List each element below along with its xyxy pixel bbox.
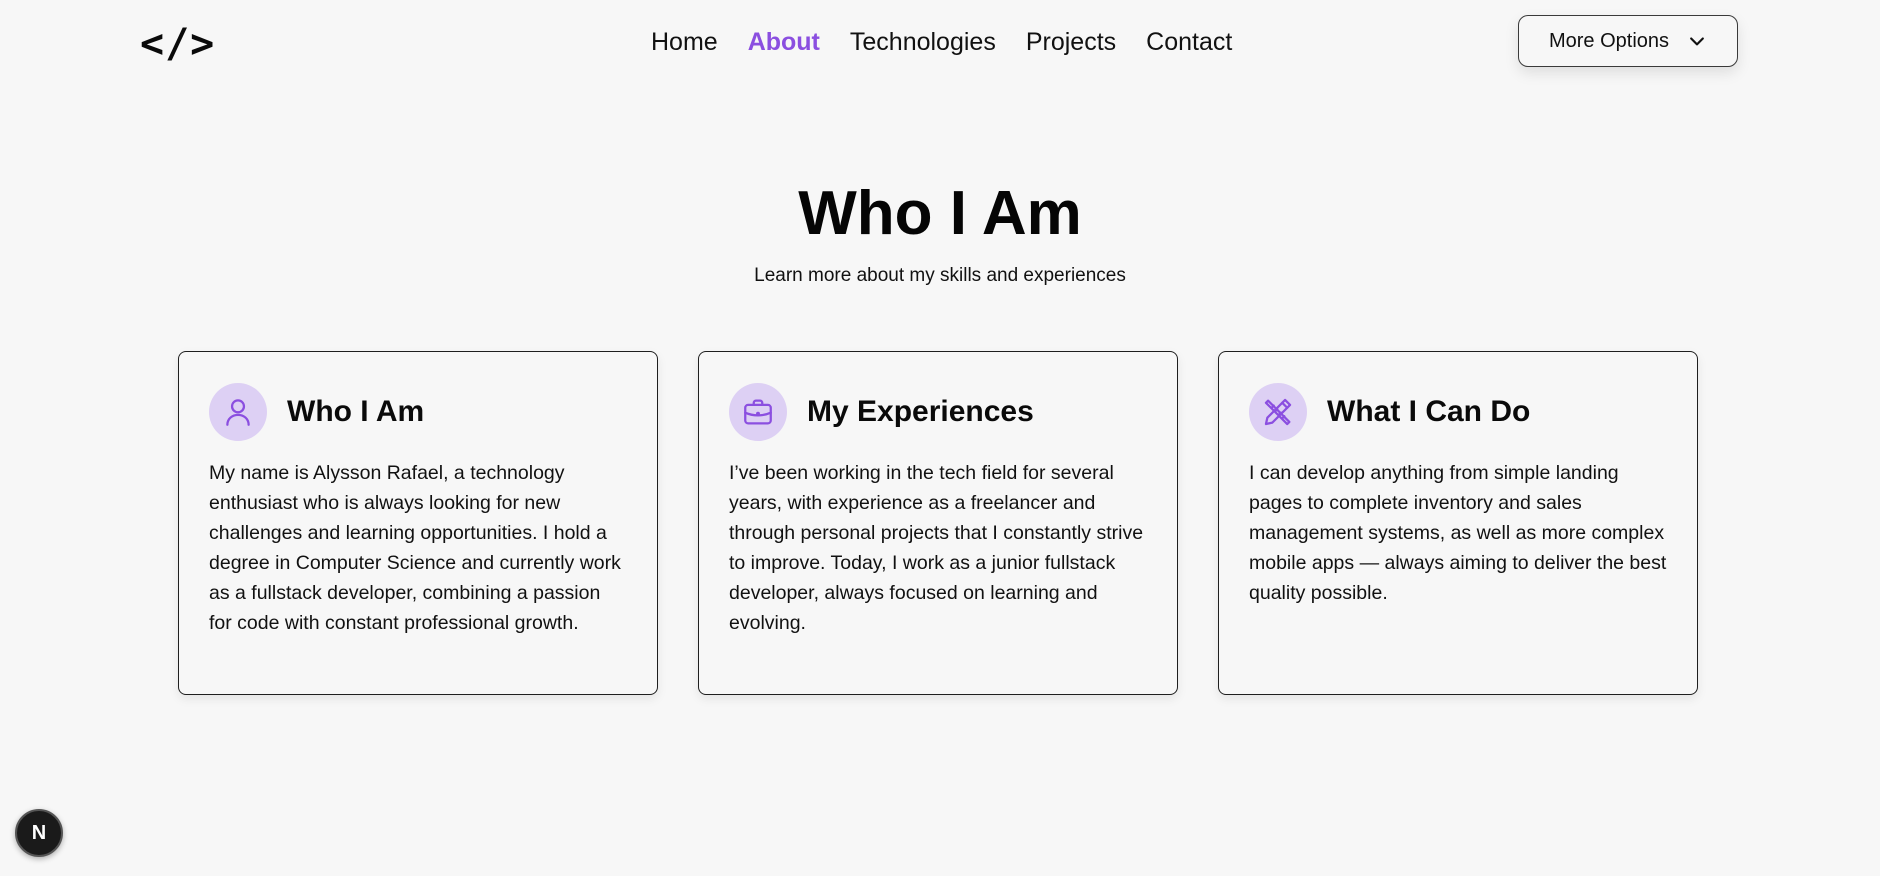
pencil-ruler-icon [1264,398,1292,426]
card-body: I can develop anything from simple landi… [1249,462,1667,604]
nav-link-home[interactable]: Home [651,22,718,62]
page-subtitle: Learn more about my skills and experienc… [754,265,1126,286]
card-icon-badge [1249,383,1307,441]
card-what-i-can-do: What I Can Do I can develop anything fro… [1218,351,1698,695]
nav-link-technologies[interactable]: Technologies [850,22,996,62]
card-body: I’ve been working in the tech field for … [729,462,1144,634]
card-who-i-am: Who I Am My name is Alysson Rafael, a te… [178,351,658,695]
briefcase-icon [744,399,772,425]
more-options-button[interactable]: More Options [1518,15,1738,67]
chevron-down-icon [1690,37,1704,46]
card-header: My Experiences [729,382,1147,442]
card-icon-badge [729,383,787,441]
card-header: What I Can Do [1249,382,1667,442]
site-header: </> Home About Technologies Projects Con… [0,0,1880,86]
card-body: My name is Alysson Rafael, a technology … [209,462,621,634]
more-options-label: More Options [1548,29,1670,52]
card-title: My Experiences [807,395,1034,428]
card-title: What I Can Do [1327,395,1531,428]
card-my-experiences: My Experiences I’ve been working in the … [698,351,1178,695]
user-icon [226,399,250,426]
page-title: Who I Am [798,179,1082,248]
page: </> Home About Technologies Projects Con… [0,0,1880,876]
card-icon-badge [209,383,267,441]
logo[interactable]: </> [140,20,215,68]
card-header: Who I Am [209,382,627,442]
nextjs-dev-indicator-button[interactable]: N [15,809,63,857]
card-title: Who I Am [287,395,425,428]
main-nav: Home About Technologies Projects Contact [651,22,1232,62]
nextjs-icon: N [31,821,47,844]
nav-link-projects[interactable]: Projects [1026,22,1116,62]
nav-link-contact[interactable]: Contact [1146,22,1232,62]
nav-link-about[interactable]: About [748,22,820,62]
